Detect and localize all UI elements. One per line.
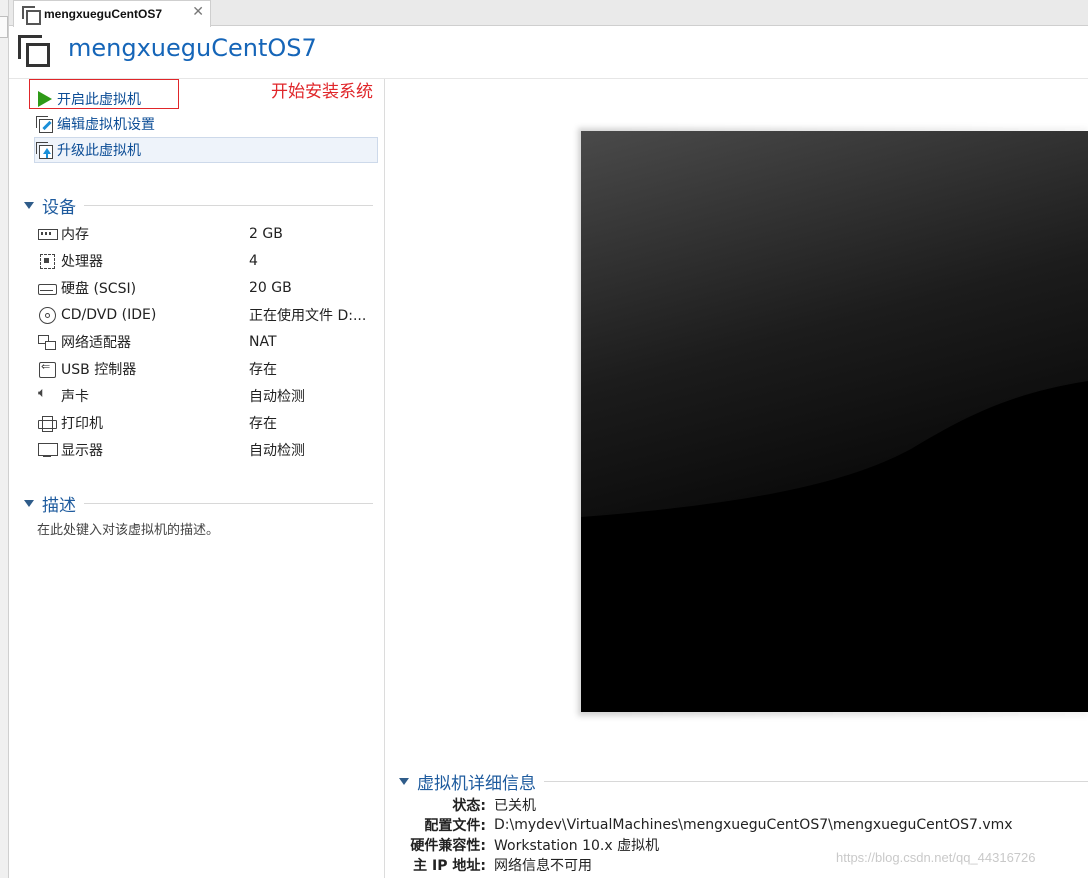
section-divider — [84, 204, 373, 206]
device-value: 20 GB — [249, 279, 292, 296]
detail-key: 状态: — [452, 798, 486, 814]
vm-icon — [22, 6, 41, 25]
devices-header-label: 设备 — [42, 197, 76, 218]
edit-settings-label: 编辑虚拟机设置 — [57, 117, 155, 133]
detail-row-config-file: 配置文件: D:\mydev\VirtualMachines\mengxuegu… — [398, 815, 1088, 835]
detail-value: Workstation 10.x 虚拟机 — [494, 838, 660, 854]
annotation-text: 开始安装系统 — [271, 82, 373, 102]
device-value: 自动检测 — [249, 442, 305, 459]
device-row-hard-disk[interactable]: 硬盘 (SCSI) 20 GB — [37, 274, 382, 301]
device-name: 内存 — [61, 226, 89, 243]
device-row-sound[interactable]: 声卡 自动检测 — [37, 382, 382, 409]
collapse-triangle-icon — [399, 777, 409, 785]
device-value: 存在 — [249, 361, 277, 378]
device-row-display[interactable]: 显示器 自动检测 — [37, 436, 382, 463]
sound-card-icon — [37, 385, 57, 404]
device-row-processor[interactable]: 处理器 4 — [37, 247, 382, 274]
processor-icon — [37, 253, 57, 269]
devices-section-header[interactable]: 设备 — [23, 194, 373, 218]
hard-disk-icon — [37, 280, 57, 296]
device-name: 声卡 — [61, 388, 89, 405]
device-name: 网络适配器 — [61, 334, 131, 351]
device-name: 处理器 — [61, 253, 103, 270]
upgrade-label: 升级此虚拟机 — [57, 143, 141, 159]
cd-dvd-icon — [37, 306, 57, 324]
device-value: NAT — [249, 333, 277, 350]
tab-mengxueguCentOS7[interactable]: mengxueguCentOS7 ✕ — [13, 0, 211, 27]
vm-summary-panel: 开始安装系统 开启此虚拟机 编辑虚拟机设置 升级此虚拟机 设备 内存 2 GB … — [9, 79, 385, 878]
description-input[interactable]: 在此处键入对该虚拟机的描述。 — [37, 519, 219, 538]
section-divider — [84, 502, 373, 504]
device-row-memory[interactable]: 内存 2 GB — [37, 220, 382, 247]
upgrade-icon — [35, 141, 53, 159]
tab-close-icon[interactable]: ✕ — [192, 4, 204, 20]
detail-key: 主 IP 地址: — [413, 858, 486, 874]
network-adapter-icon — [37, 334, 57, 350]
device-name: 打印机 — [61, 415, 103, 432]
detail-key: 硬件兼容性: — [410, 838, 486, 854]
tab-label: mengxueguCentOS7 — [44, 7, 163, 21]
power-on-label: 开启此虚拟机 — [57, 92, 141, 108]
device-name: 硬盘 (SCSI) — [61, 280, 137, 297]
device-row-usb[interactable]: USB 控制器 存在 — [37, 355, 382, 382]
device-name: CD/DVD (IDE) — [61, 306, 157, 323]
upgrade-vm-link[interactable]: 升级此虚拟机 — [35, 138, 141, 162]
details-header-label: 虚拟机详细信息 — [417, 773, 536, 794]
device-row-network[interactable]: 网络适配器 NAT — [37, 328, 382, 355]
device-value: 2 GB — [249, 225, 283, 242]
detail-key: 配置文件: — [424, 818, 486, 834]
details-section-header[interactable]: 虚拟机详细信息 — [398, 770, 1088, 794]
device-list: 内存 2 GB 处理器 4 硬盘 (SCSI) 20 GB CD/DVD (ID… — [37, 220, 382, 463]
watermark-text: https://blog.csdn.net/qq_44316726 — [836, 850, 1036, 865]
device-name: 显示器 — [61, 442, 103, 459]
description-section-header[interactable]: 描述 — [23, 492, 373, 516]
vm-title: mengxueguCentOS7 — [68, 34, 317, 62]
memory-icon — [37, 226, 58, 242]
detail-value: 网络信息不可用 — [494, 858, 592, 874]
section-divider — [544, 780, 1088, 782]
device-name: USB 控制器 — [61, 361, 137, 378]
description-header-label: 描述 — [42, 495, 76, 516]
device-value: 正在使用文件 D:... — [249, 307, 367, 324]
edit-settings-icon — [35, 115, 53, 133]
vm-screen-preview[interactable] — [581, 131, 1088, 712]
device-value: 存在 — [249, 415, 277, 432]
preview-gloss-graphic — [581, 131, 1088, 712]
play-icon — [35, 90, 53, 108]
device-value: 4 — [249, 252, 258, 269]
device-value: 自动检测 — [249, 388, 305, 405]
host-window-edge — [0, 0, 9, 878]
tab-bar: mengxueguCentOS7 ✕ — [9, 0, 1088, 27]
detail-row-status: 状态: 已关机 — [398, 795, 1088, 815]
host-edge-notch — [0, 16, 8, 38]
device-row-cd-dvd[interactable]: CD/DVD (IDE) 正在使用文件 D:... — [37, 301, 382, 328]
printer-icon — [37, 415, 57, 432]
power-on-vm-link[interactable]: 开启此虚拟机 — [35, 87, 141, 111]
edit-vm-settings-link[interactable]: 编辑虚拟机设置 — [35, 112, 155, 136]
collapse-triangle-icon — [24, 499, 34, 507]
detail-value: 已关机 — [494, 798, 536, 814]
vm-large-icon — [18, 35, 52, 69]
usb-controller-icon — [37, 360, 57, 378]
vm-header: mengxueguCentOS7 — [9, 27, 1088, 79]
collapse-triangle-icon — [24, 201, 34, 209]
device-row-printer[interactable]: 打印机 存在 — [37, 409, 382, 436]
detail-value: D:\mydev\VirtualMachines\mengxueguCentOS… — [494, 817, 1013, 833]
display-icon — [37, 442, 58, 458]
